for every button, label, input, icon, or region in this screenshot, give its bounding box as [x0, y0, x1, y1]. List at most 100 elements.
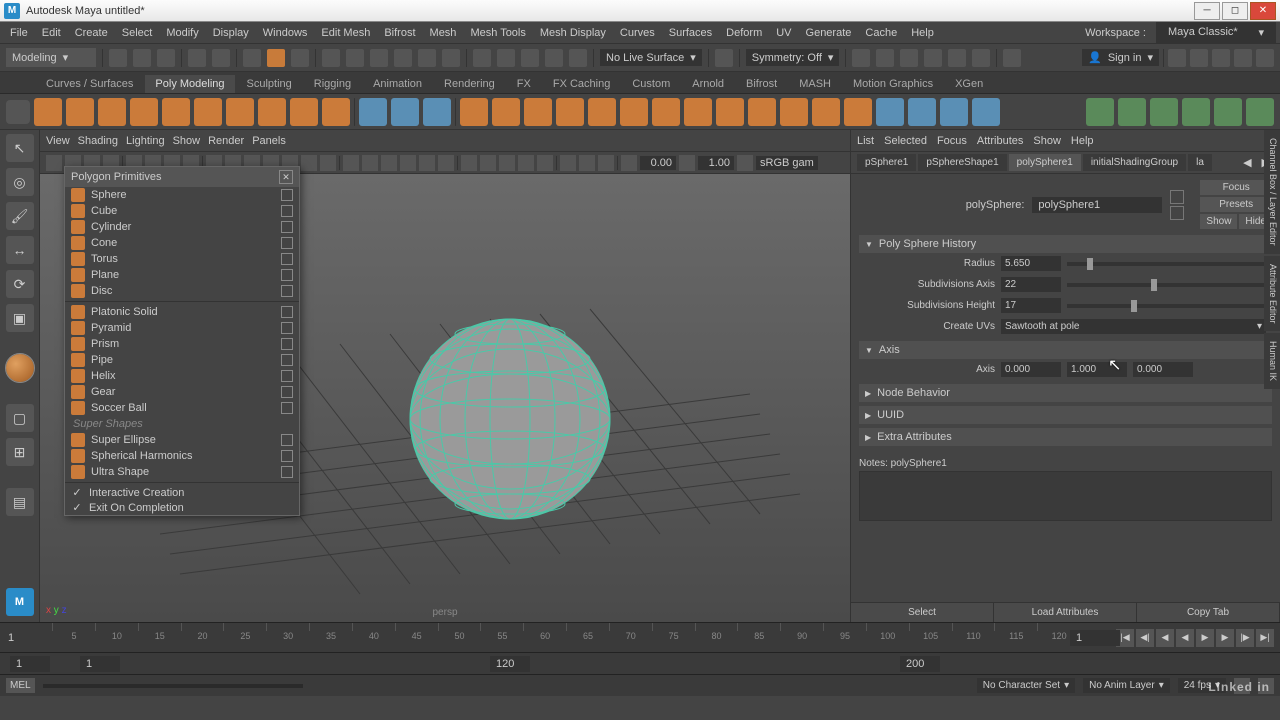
shelf-tab-custom[interactable]: Custom	[622, 75, 680, 93]
group-axis[interactable]: ▼Axis	[859, 341, 1272, 359]
popup-close-icon[interactable]: ✕	[279, 170, 293, 184]
prim-plane[interactable]: Plane	[65, 267, 299, 283]
vp-icon[interactable]	[362, 155, 378, 171]
option-box-icon[interactable]	[281, 370, 293, 382]
live-surface-dropdown[interactable]: No Live Surface▾	[600, 49, 702, 66]
sidetab-attreditor[interactable]: Attribute Editor	[1264, 256, 1280, 332]
shelf-icon[interactable]	[908, 98, 936, 126]
toggle-interactive-creation[interactable]: ✓Interactive Creation	[65, 485, 299, 500]
attr-tab-shape[interactable]: pSphereShape1	[918, 154, 1006, 171]
poly-platonic-icon[interactable]	[258, 98, 286, 126]
shelf-tab-arnold[interactable]: Arnold	[682, 75, 734, 93]
snap-icon[interactable]	[569, 49, 587, 67]
menu-bifrost[interactable]: Bifrost	[378, 25, 421, 41]
focus-button[interactable]: Focus	[1200, 180, 1272, 195]
select-tool[interactable]: ↖	[6, 134, 34, 162]
menu-file[interactable]: File	[4, 25, 34, 41]
menu-meshdisplay[interactable]: Mesh Display	[534, 25, 612, 41]
attr-menu-help[interactable]: Help	[1071, 135, 1094, 147]
io-icon[interactable]	[1170, 206, 1184, 220]
group-uuid[interactable]: ▶UUID	[859, 406, 1272, 424]
vp-icon[interactable]	[518, 155, 534, 171]
vp-icon[interactable]	[46, 155, 62, 171]
step-forward-icon[interactable]: ▶	[1216, 629, 1234, 647]
frame-ticks[interactable]: 5101520253035404550556065707580859095100…	[22, 623, 1110, 652]
panel-toggle-icon[interactable]	[1168, 49, 1186, 67]
shelf-icon[interactable]	[620, 98, 648, 126]
vp-icon[interactable]	[499, 155, 515, 171]
vp-icon[interactable]	[737, 155, 753, 171]
attr-menu-attributes[interactable]: Attributes	[977, 135, 1023, 147]
mask-icon[interactable]	[370, 49, 388, 67]
last-tool-sphere[interactable]	[6, 354, 34, 382]
command-input[interactable]	[43, 684, 303, 688]
option-box-icon[interactable]	[281, 338, 293, 350]
prim-cone[interactable]: Cone	[65, 235, 299, 251]
menu-uv[interactable]: UV	[770, 25, 797, 41]
option-box-icon[interactable]	[281, 466, 293, 478]
paint-tool[interactable]: 🖌	[6, 202, 34, 230]
shelf-icon[interactable]	[1118, 98, 1146, 126]
poly-cube-icon[interactable]	[66, 98, 94, 126]
vp-icon[interactable]	[679, 155, 695, 171]
undo-icon[interactable]	[188, 49, 206, 67]
menu-select[interactable]: Select	[116, 25, 159, 41]
maximize-button[interactable]: ◻	[1222, 2, 1248, 20]
prim-cube[interactable]: Cube	[65, 203, 299, 219]
prim-pyramid[interactable]: Pyramid	[65, 320, 299, 336]
mask-icon[interactable]	[442, 49, 460, 67]
shelf-tab-fx[interactable]: FX	[507, 75, 541, 93]
prim-pipe[interactable]: Pipe	[65, 352, 299, 368]
shelf-icon[interactable]	[1182, 98, 1210, 126]
vp-icon[interactable]	[343, 155, 359, 171]
playback-end-field[interactable]: 120	[490, 656, 530, 672]
attr-tab-polysphere1[interactable]: polySphere1	[1009, 154, 1081, 171]
vp-icon[interactable]	[301, 155, 317, 171]
shelf-icon[interactable]	[940, 98, 968, 126]
prim-torus[interactable]: Torus	[65, 251, 299, 267]
vp-icon[interactable]	[400, 155, 416, 171]
menu-editmesh[interactable]: Edit Mesh	[315, 25, 376, 41]
load-attributes-button[interactable]: Load Attributes	[994, 603, 1137, 622]
axis-x-field[interactable]: 0.000	[1001, 362, 1061, 377]
sidetab-channelbox[interactable]: Channel Box / Layer Editor	[1264, 130, 1280, 254]
prim-ultrashape[interactable]: Ultra Shape	[65, 464, 299, 480]
menu-generate[interactable]: Generate	[800, 25, 858, 41]
mask-icon[interactable]	[418, 49, 436, 67]
anim-layer-dropdown[interactable]: No Anim Layer▾	[1083, 678, 1170, 693]
shelf-icon[interactable]	[876, 98, 904, 126]
option-box-icon[interactable]	[281, 237, 293, 249]
prim-helix[interactable]: Helix	[65, 368, 299, 384]
poly-disc-icon[interactable]	[226, 98, 254, 126]
vp-menu-lighting[interactable]: Lighting	[126, 135, 165, 147]
vp-exposure-field[interactable]: 0.00	[640, 156, 676, 170]
vp-icon[interactable]	[621, 155, 637, 171]
shelf-icon[interactable]	[780, 98, 808, 126]
group-node-behavior[interactable]: ▶Node Behavior	[859, 384, 1272, 402]
shelf-tab-polymodeling[interactable]: Poly Modeling	[145, 75, 234, 93]
option-box-icon[interactable]	[281, 386, 293, 398]
subdiv-axis-field[interactable]: 22	[1001, 277, 1061, 292]
vp-icon[interactable]	[381, 155, 397, 171]
prim-superellipse[interactable]: Super Ellipse	[65, 432, 299, 448]
open-scene-icon[interactable]	[133, 49, 151, 67]
step-back-key-icon[interactable]: ◀|	[1136, 629, 1154, 647]
notes-textarea[interactable]	[859, 471, 1272, 521]
vp-icon[interactable]	[598, 155, 614, 171]
mask-icon[interactable]	[322, 49, 340, 67]
menu-meshtools[interactable]: Mesh Tools	[464, 25, 531, 41]
subdiv-height-slider[interactable]	[1067, 304, 1266, 308]
history-icon[interactable]	[715, 49, 733, 67]
pause-icon[interactable]	[1003, 49, 1021, 67]
poly-svg-icon[interactable]	[322, 98, 350, 126]
attr-menu-list[interactable]: List	[857, 135, 874, 147]
select-mode-active-icon[interactable]	[267, 49, 285, 67]
render-icon[interactable]	[924, 49, 942, 67]
select-button[interactable]: Select	[851, 603, 994, 622]
select-mode-icon[interactable]	[243, 49, 261, 67]
playback-start-field[interactable]: 1	[80, 656, 120, 672]
option-box-icon[interactable]	[281, 402, 293, 414]
toggle-exit-completion[interactable]: ✓Exit On Completion	[65, 500, 299, 515]
shelf-icon[interactable]	[556, 98, 584, 126]
radius-slider[interactable]	[1067, 262, 1266, 266]
